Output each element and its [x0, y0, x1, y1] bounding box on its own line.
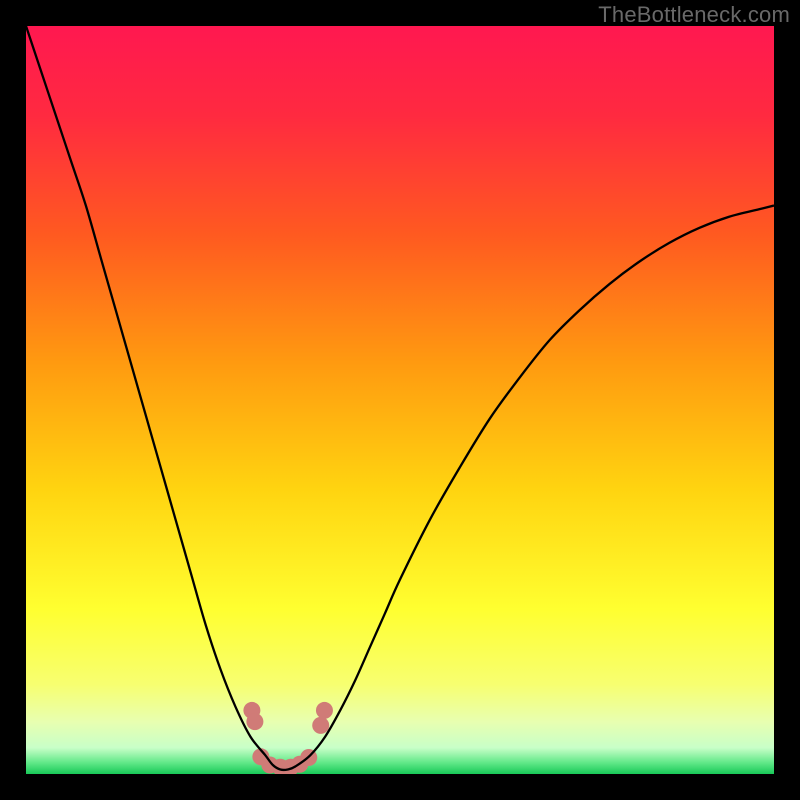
chart-root: { "watermark": "TheBottleneck.com", "col… — [0, 0, 800, 800]
chart-border — [0, 0, 800, 800]
watermark-text: TheBottleneck.com — [598, 2, 790, 28]
